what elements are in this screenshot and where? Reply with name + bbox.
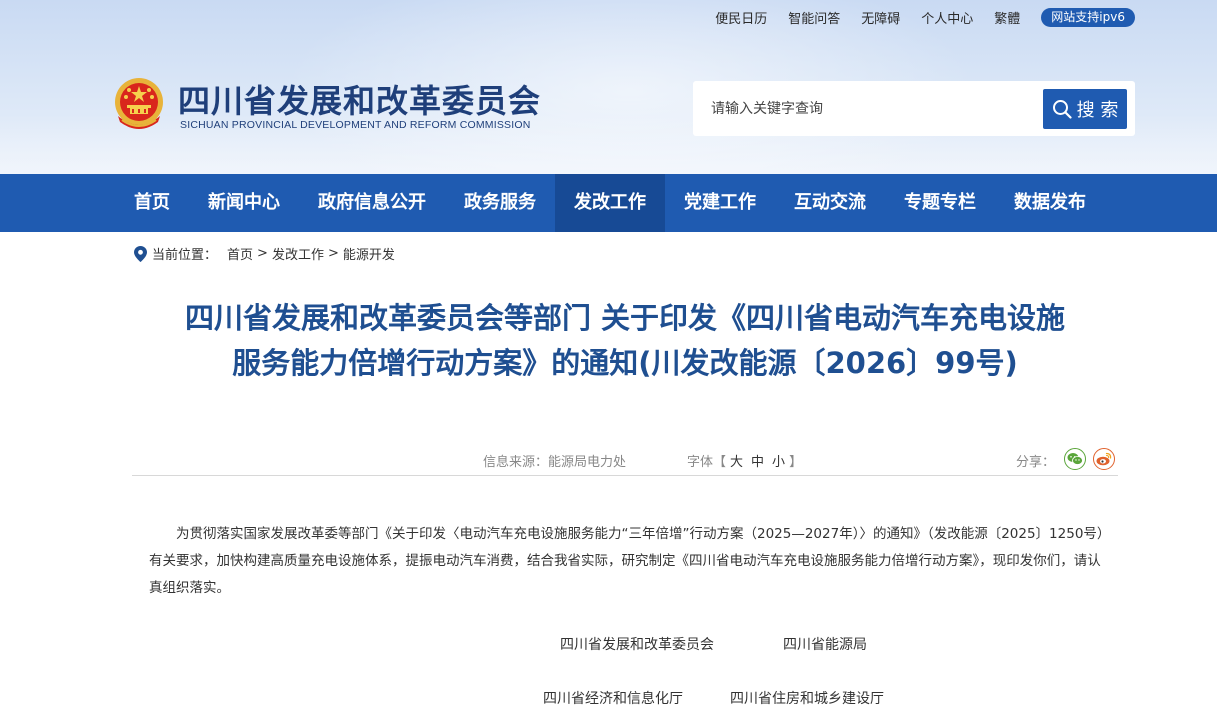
- search-icon: [1052, 100, 1072, 119]
- nav-item-services[interactable]: 政务服务: [445, 174, 555, 232]
- top-link-calendar[interactable]: 便民日历: [715, 8, 767, 27]
- font-size-large[interactable]: 大: [730, 455, 743, 470]
- wechat-share-icon[interactable]: [1064, 448, 1086, 470]
- font-size-close-bracket: 】: [789, 455, 803, 470]
- search-input[interactable]: [693, 81, 1038, 136]
- nav-item-news[interactable]: 新闻中心: [189, 174, 299, 232]
- article-meta-bar: 信息来源：能源局电力处 字体【大中小】 分享：: [132, 444, 1118, 476]
- breadcrumb-energy-development[interactable]: 能源开发: [343, 244, 395, 263]
- breadcrumb-label: 当前位置：: [152, 248, 218, 263]
- top-link-personal-center[interactable]: 个人中心: [921, 8, 973, 27]
- search-box: 搜 索: [693, 81, 1135, 136]
- signer-economy-it-department: 四川省经济和信息化厅: [543, 691, 683, 707]
- signer-development-reform-commission: 四川省发展和改革委员会: [560, 637, 714, 653]
- nav-item-home[interactable]: 首页: [115, 174, 189, 232]
- top-link-traditional-chinese[interactable]: 繁體: [994, 8, 1020, 27]
- location-pin-icon: [134, 245, 147, 262]
- breadcrumb: 当前位置： 首页 > 发改工作 > 能源开发: [134, 244, 395, 263]
- site-header: 便民日历 智能问答 无障碍 个人中心 繁體 网站支持ipv6 四川省发展和改革委…: [0, 0, 1217, 174]
- breadcrumb-development-work[interactable]: 发改工作: [272, 244, 324, 263]
- nav-item-interaction[interactable]: 互动交流: [775, 174, 885, 232]
- signer-energy-bureau: 四川省能源局: [783, 637, 867, 653]
- nav-item-party-building[interactable]: 党建工作: [665, 174, 775, 232]
- site-title[interactable]: 四川省发展和改革委员会: [178, 76, 541, 122]
- signer-housing-construction-department: 四川省住房和城乡建设厅: [730, 691, 884, 707]
- font-size-small[interactable]: 小: [772, 455, 785, 470]
- font-size-control: 字体【大中小】: [687, 451, 802, 470]
- nav-item-data-release[interactable]: 数据发布: [995, 174, 1105, 232]
- article-title: 四川省发展和改革委员会等部门 关于印发《四川省电动汽车充电设施服务能力倍增行动方…: [184, 301, 1066, 380]
- breadcrumb-separator: >: [257, 246, 268, 261]
- main-nav: 首页 新闻中心 政府信息公开 政务服务 发改工作 党建工作 互动交流 专题专栏 …: [0, 174, 1217, 232]
- weibo-share-icon[interactable]: [1093, 448, 1115, 470]
- ipv6-badge: 网站支持ipv6: [1041, 8, 1135, 27]
- site-title-english: SICHUAN PROVINCIAL DEVELOPMENT AND REFOR…: [180, 119, 531, 131]
- font-size-label: 字体【: [687, 455, 727, 470]
- article-source: 信息来源：能源局电力处: [483, 455, 627, 470]
- article-body-paragraph: 为贯彻落实国家发展改革委等部门《关于印发〈电动汽车充电设施服务能力“三年倍增”行…: [149, 526, 1104, 596]
- national-emblem-logo[interactable]: [112, 76, 166, 132]
- nav-item-gov-info[interactable]: 政府信息公开: [299, 174, 445, 232]
- search-button-label: 搜 索: [1076, 100, 1119, 121]
- nav-item-special-topics[interactable]: 专题专栏: [885, 174, 995, 232]
- search-button[interactable]: 搜 索: [1043, 89, 1127, 129]
- top-links-bar: 便民日历 智能问答 无障碍 个人中心 繁體 网站支持ipv6: [694, 8, 1135, 27]
- font-size-medium[interactable]: 中: [751, 455, 764, 470]
- share-label: 分享：: [1016, 455, 1056, 470]
- breadcrumb-home[interactable]: 首页: [227, 244, 253, 263]
- top-link-accessibility[interactable]: 无障碍: [861, 8, 900, 27]
- nav-item-development-work[interactable]: 发改工作: [555, 174, 665, 232]
- top-link-smart-qa[interactable]: 智能问答: [788, 8, 840, 27]
- breadcrumb-separator: >: [327, 246, 339, 261]
